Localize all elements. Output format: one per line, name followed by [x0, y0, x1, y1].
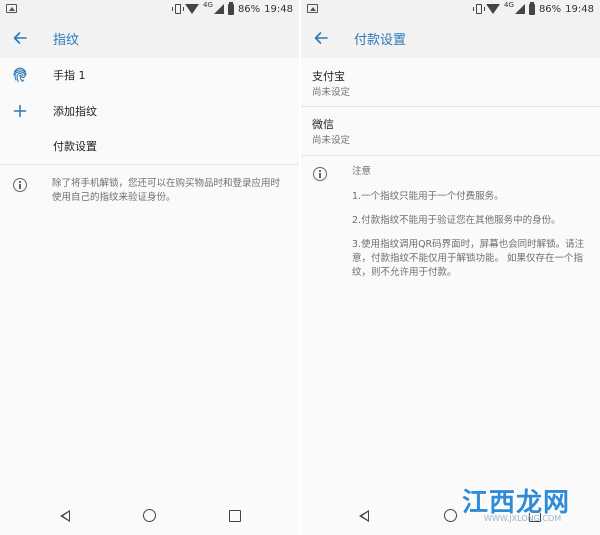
status-bar: 4G 86% 19:48 [301, 0, 600, 18]
back-arrow-icon[interactable] [313, 30, 329, 46]
app-bar: 付款设置 [301, 18, 600, 58]
battery-icon [227, 1, 234, 15]
clock: 19:48 [264, 3, 293, 15]
divider [0, 164, 299, 165]
info-text: 除了将手机解锁，您还可以在购买物品时和登录应用时使用自己的指纹来验证身份。 [52, 178, 281, 203]
watermark-url: WWW.JXLONG.COM [484, 514, 562, 523]
list-item-label: 手指 1 [53, 69, 86, 82]
clock: 19:48 [565, 3, 594, 15]
nav-back-icon[interactable] [359, 510, 369, 522]
image-notification-icon [6, 4, 17, 13]
payment-name: 支付宝 [312, 70, 345, 83]
notice-item-3: 3.使用指纹调用QR码界面时，屏幕也会同时解锁。请注意，付款指纹不能仅用于解锁功… [352, 239, 585, 278]
payment-settings-item[interactable]: 付款设置 [0, 129, 299, 163]
vibrate-icon [473, 4, 486, 14]
info-icon [13, 178, 27, 192]
page-title: 付款设置 [354, 33, 407, 48]
network-type: 4G [203, 1, 213, 9]
navigation-bar [0, 498, 299, 535]
battery-percent: 86% [237, 3, 261, 15]
notice-item-2: 2.付款指纹不能用于验证您在其他服务中的身份。 [352, 215, 561, 226]
back-arrow-icon[interactable] [12, 30, 28, 46]
vibrate-icon [172, 4, 185, 14]
nav-back-icon[interactable] [60, 510, 70, 522]
list-item-finger-1[interactable]: 手指 1 [0, 58, 299, 92]
alipay-item[interactable]: 支付宝 尚未设定 [301, 60, 600, 105]
plus-icon [13, 104, 27, 118]
fingerprint-icon [13, 67, 27, 83]
fingerprint-screen: 4G 86% 19:48 指纹 手指 1 添加指纹 付款设置 除了将手机解锁，您… [0, 0, 299, 535]
payment-name: 微信 [312, 118, 334, 131]
notice-title: 注意 [352, 166, 372, 177]
payment-settings-screen: 4G 86% 19:48 付款设置 支付宝 尚未设定 微信 尚未设定 注意 1.… [301, 0, 600, 535]
divider [301, 106, 600, 107]
divider [301, 155, 600, 156]
list-item-label: 付款设置 [53, 140, 97, 153]
signal-icon [213, 4, 224, 14]
wifi-icon [486, 4, 501, 14]
add-fingerprint-button[interactable]: 添加指纹 [0, 94, 299, 128]
nav-home-icon[interactable] [143, 509, 156, 522]
watermark-logo: 江西龙网 WWW.JXLONG.COM [444, 476, 594, 526]
page-title: 指纹 [53, 33, 80, 48]
status-bar: 4G 86% 19:48 [0, 0, 299, 18]
battery-icon [528, 1, 535, 15]
notice-item-1: 1.一个指纹只能用于一个付费服务。 [352, 191, 504, 202]
network-type: 4G [504, 1, 514, 9]
image-notification-icon [307, 4, 318, 13]
wechat-item[interactable]: 微信 尚未设定 [301, 108, 600, 153]
wifi-icon [185, 4, 200, 14]
nav-recent-apps-icon[interactable] [229, 510, 241, 522]
battery-percent: 86% [538, 3, 562, 15]
app-bar: 指纹 [0, 18, 299, 58]
payment-status: 尚未设定 [312, 87, 351, 98]
info-icon [313, 167, 327, 181]
payment-status: 尚未设定 [312, 135, 351, 146]
list-item-label: 添加指纹 [53, 105, 97, 118]
signal-icon [514, 4, 525, 14]
